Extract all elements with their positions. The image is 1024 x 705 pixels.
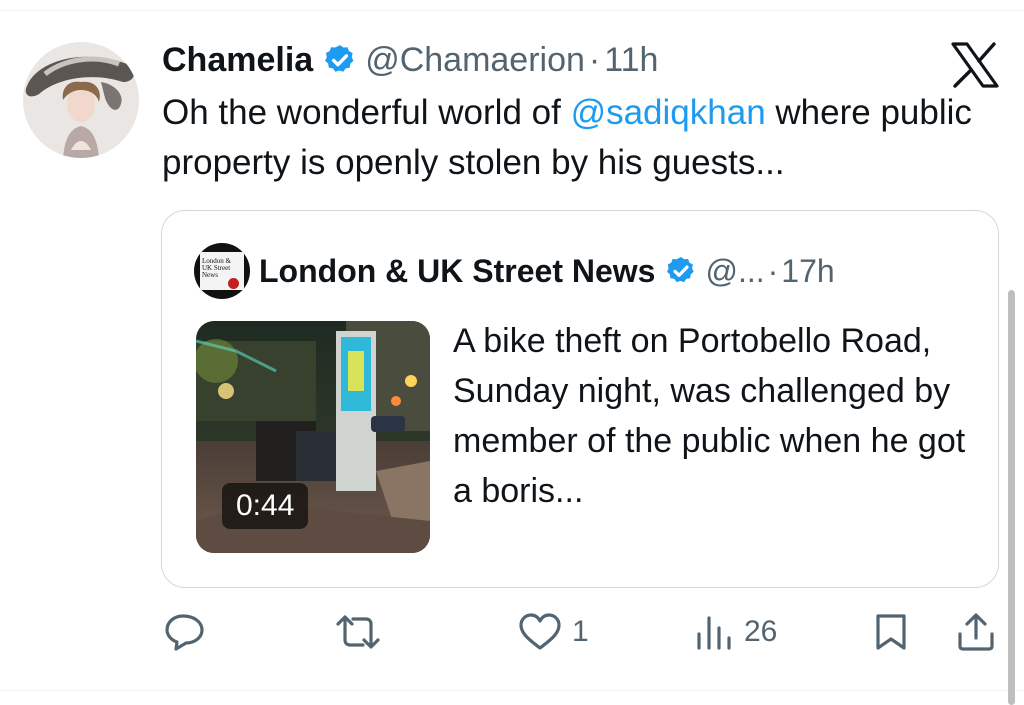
quoted-tweet-time[interactable]: 17h [781,253,834,290]
video-duration-badge: 0:44 [222,483,309,529]
avatar-logo-text: London & UK Street News [202,257,231,279]
retweet-button[interactable] [333,612,383,652]
video-thumbnail[interactable]: 0:44 [196,321,430,553]
like-count: 1 [572,615,589,648]
quoted-author-name[interactable]: London & UK Street News [259,253,655,290]
quoted-header-separator: · [767,252,779,289]
quoted-author-handle[interactable]: @... [705,253,764,290]
bookmark-icon [876,614,906,650]
header-separator: · [588,40,601,79]
reply-icon [165,614,204,651]
avatar-logo-dot [228,278,239,289]
scrollbar[interactable] [1008,290,1015,705]
quoted-tweet-text: A bike theft on Portobello Road, Sunday … [453,322,966,510]
tweet-header: Chamelia @Chamaerion · 11h [162,38,658,82]
heart-icon [519,613,561,650]
tweet-text: Oh the wonderful world of @sadiqkhan whe… [162,88,982,188]
bookmark-button[interactable] [873,612,909,652]
tweet-time[interactable]: 11h [604,41,658,80]
author-name[interactable]: Chamelia [162,41,313,80]
bottom-divider [0,690,1024,691]
reply-button[interactable] [163,612,207,652]
x-logo-icon[interactable] [950,42,1000,88]
like-button[interactable]: 1 [518,612,589,652]
quoted-tweet-card[interactable]: London & UK Street News London & UK Stre… [161,210,999,588]
share-button[interactable] [956,612,996,652]
views-icon [697,616,731,650]
author-avatar[interactable] [23,42,139,158]
share-icon [958,613,994,651]
quoted-author-avatar[interactable]: London & UK Street News [194,243,250,299]
tweet-text-start: Oh the wonderful world of [162,93,571,132]
views-count: 26 [744,615,778,648]
top-divider [0,10,1024,11]
author-handle[interactable]: @Chamaerion [365,41,585,80]
avatar-logo: London & UK Street News [200,252,244,290]
verified-badge-icon [667,257,695,283]
retweet-icon [336,615,380,649]
views-button[interactable]: 26 [694,612,777,652]
mention-link[interactable]: @sadiqkhan [571,93,766,132]
verified-badge-icon [325,45,354,72]
quoted-tweet-header: London & UK Street News @... · 17h [259,249,835,293]
